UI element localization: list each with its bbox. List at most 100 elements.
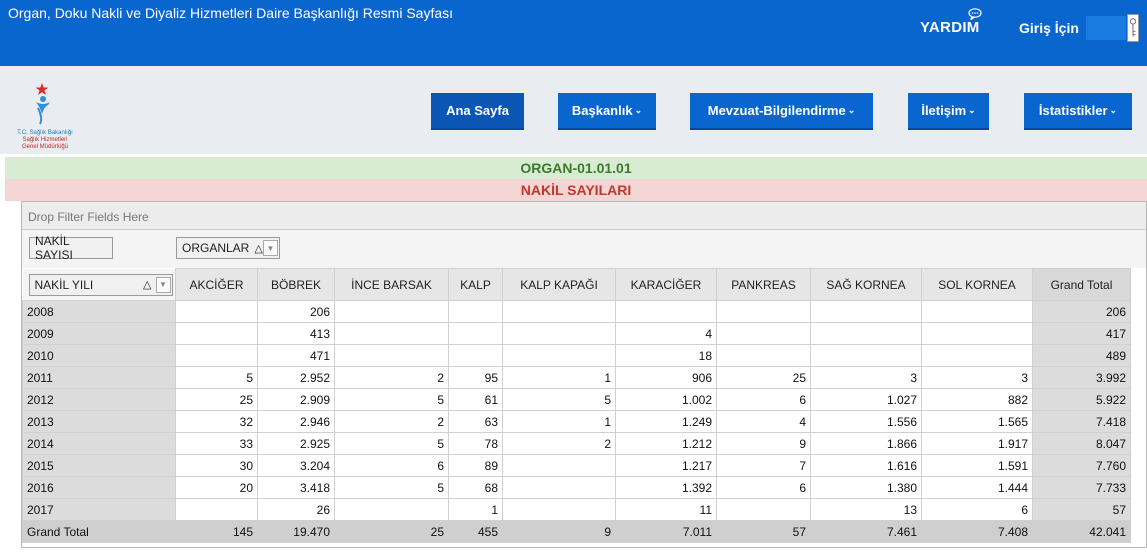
column-header[interactable]: SOL KORNEA: [921, 268, 1033, 301]
data-cell: [334, 498, 449, 521]
data-cell: [502, 344, 616, 367]
key-icon[interactable]: [1127, 14, 1139, 42]
data-cell: [810, 300, 922, 323]
data-cell: 1.212: [615, 432, 717, 455]
data-cell: 20: [175, 476, 258, 499]
data-cell: 3.418: [257, 476, 335, 499]
data-cell: [448, 300, 503, 323]
filter-dropdown-icon[interactable]: ▼: [155, 276, 171, 293]
table-row: 2012 25 2.909 5 61 5 1.002 6 1.027 882 5.922: [22, 388, 1131, 411]
sort-ascending-icon: △: [143, 279, 152, 291]
nav-contact[interactable]: İletişim ⌄: [908, 93, 989, 128]
data-cell: 5: [502, 388, 616, 411]
column-header[interactable]: PANKREAS: [716, 268, 811, 301]
row-header[interactable]: 2008: [22, 300, 176, 323]
nav-legislation-label: Mevzuat-Bilgilendirme: [707, 103, 846, 118]
column-header-row: NAKİL YILI △ ▼ AKCİĞER BÖBREK İNCE BARSA…: [22, 268, 1131, 301]
grand-total-cell: 7.733: [1032, 476, 1131, 499]
data-cell: 6: [921, 498, 1033, 521]
grand-total-header[interactable]: Grand Total: [1032, 268, 1131, 301]
data-cell: 1.616: [810, 454, 922, 477]
row-header[interactable]: 2016: [22, 476, 176, 499]
row-header[interactable]: 2017: [22, 498, 176, 521]
data-cell: [921, 322, 1033, 345]
column-header[interactable]: SAĞ KORNEA: [810, 268, 922, 301]
data-cell: 2: [334, 366, 449, 389]
column-header[interactable]: KALP: [448, 268, 503, 301]
nav-home[interactable]: Ana Sayfa: [431, 93, 524, 128]
data-cell: 1.002: [615, 388, 717, 411]
data-cell: 4: [615, 322, 717, 345]
pivot-table: NAKİL YILI △ ▼ AKCİĞER BÖBREK İNCE BARSA…: [22, 268, 1131, 543]
data-field-button[interactable]: NAKİL SAYISI: [29, 234, 113, 262]
data-cell: [716, 498, 811, 521]
chevron-down-icon: ⌄: [1109, 105, 1118, 115]
login-input-box[interactable]: [1086, 16, 1126, 40]
filter-dropdown-icon[interactable]: ▼: [263, 240, 278, 256]
top-bar: Organ, Doku Nakli ve Diyaliz Hizmetleri …: [0, 0, 1147, 66]
data-cell: 78: [448, 432, 503, 455]
grand-total-label[interactable]: Grand Total: [22, 520, 176, 543]
nav-statistics-label: İstatistikler: [1038, 103, 1108, 118]
data-cell: 2: [502, 432, 616, 455]
data-cell: 1.380: [810, 476, 922, 499]
row-field-button[interactable]: NAKİL YILI △ ▼: [28, 273, 173, 296]
column-header[interactable]: KALP KAPAĞI: [502, 268, 616, 301]
report-title: NAKİL SAYILARI: [520, 182, 632, 198]
data-cell: 4: [716, 410, 811, 433]
column-header[interactable]: İNCE BARSAK: [334, 268, 449, 301]
data-cell: 2: [334, 410, 449, 433]
data-cell: 1.556: [810, 410, 922, 433]
table-row: 2017 26 1 11 13 6 57: [22, 498, 1131, 521]
grand-total-cell: 42.041: [1032, 520, 1131, 543]
column-header[interactable]: KARACİĞER: [615, 268, 717, 301]
data-cell: 7: [716, 454, 811, 477]
data-cell: 18: [615, 344, 717, 367]
nav-home-label: Ana Sayfa: [446, 103, 509, 118]
table-row: 2008 206 206: [22, 300, 1131, 323]
row-header[interactable]: 2013: [22, 410, 176, 433]
data-cell: 1.917: [921, 432, 1033, 455]
data-cell: 7.011: [615, 520, 717, 543]
nav-statistics[interactable]: İstatistikler ⌄: [1024, 93, 1132, 128]
data-cell: 1.565: [921, 410, 1033, 433]
data-cell: 1: [448, 498, 503, 521]
grand-total-cell: 489: [1032, 344, 1131, 367]
data-cell: [334, 300, 449, 323]
data-cell: 3.204: [257, 454, 335, 477]
grand-total-cell: 57: [1032, 498, 1131, 521]
help-link[interactable]: YARDIM: [920, 19, 980, 36]
data-cell: 1: [502, 366, 616, 389]
row-header[interactable]: 2011: [22, 366, 176, 389]
row-header[interactable]: 2010: [22, 344, 176, 367]
data-cell: [615, 300, 717, 323]
nav-legislation[interactable]: Mevzuat-Bilgilendirme ⌄: [690, 93, 873, 128]
data-cell: 63: [448, 410, 503, 433]
data-cell: [448, 322, 503, 345]
ministry-logo-icon: [27, 83, 63, 125]
column-field-button[interactable]: ORGANLAR △ ▼: [176, 237, 280, 259]
data-cell: 6: [716, 388, 811, 411]
row-header[interactable]: 2015: [22, 454, 176, 477]
ministry-logo[interactable]: T.C. Sağlık Bakanlığı Sağlık Hizmetleri …: [10, 80, 80, 160]
data-cell: 2.952: [257, 366, 335, 389]
data-cell: 1.027: [810, 388, 922, 411]
drop-filter-area[interactable]: Drop Filter Fields Here: [22, 202, 1146, 230]
speech-bubble-icon: [968, 8, 982, 20]
column-header[interactable]: AKCİĞER: [175, 268, 258, 301]
data-cell: 1.591: [921, 454, 1033, 477]
data-cell: 1.866: [810, 432, 922, 455]
data-cell: 3: [921, 366, 1033, 389]
nav-presidency[interactable]: Başkanlık ⌄: [558, 93, 656, 128]
chevron-down-icon: ⌄: [634, 105, 643, 115]
row-header[interactable]: 2012: [22, 388, 176, 411]
data-cell: 2.946: [257, 410, 335, 433]
logo-text-line2: Sağlık Hizmetleri: [22, 137, 68, 143]
nav-presidency-label: Başkanlık: [571, 103, 633, 118]
row-header[interactable]: 2009: [22, 322, 176, 345]
column-header[interactable]: BÖBREK: [257, 268, 335, 301]
data-cell: 9: [716, 432, 811, 455]
data-cell: 1.392: [615, 476, 717, 499]
row-header[interactable]: 2014: [22, 432, 176, 455]
report-code-band: ORGAN-01.01.01: [5, 157, 1147, 179]
